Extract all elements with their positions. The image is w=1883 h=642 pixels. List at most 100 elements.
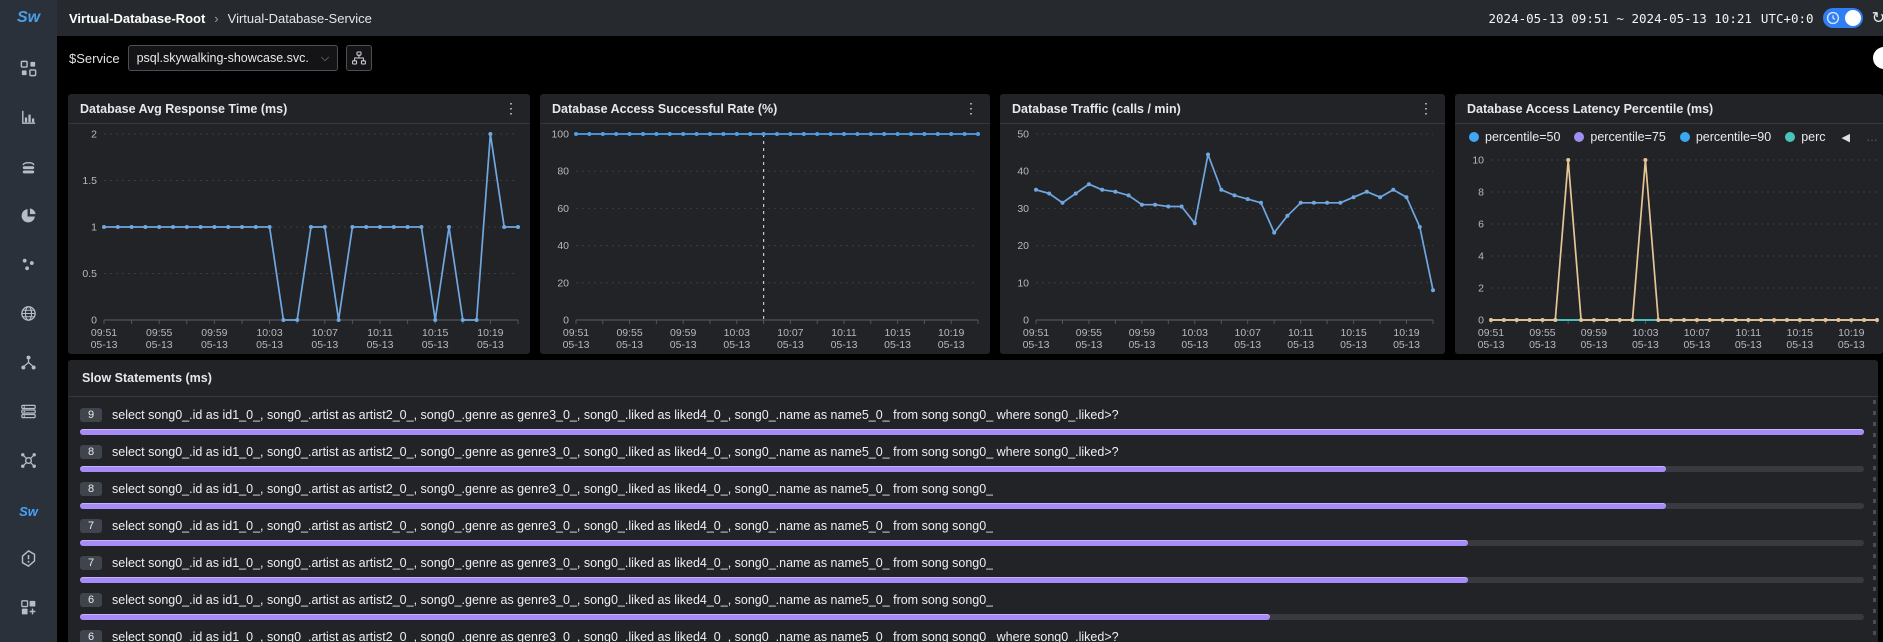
sidebar-item-database[interactable] [0, 144, 57, 193]
slow-statement-row[interactable]: 7select song0_.id as id1_0_, song0_.arti… [80, 553, 1864, 583]
statement-duration-badge: 8 [80, 445, 102, 459]
legend-page-dots: … [1866, 130, 1878, 144]
legend-item[interactable]: perc [1785, 130, 1825, 144]
traffic-chart[interactable]: 0102030405009:5105-1309:5505-1309:5905-1… [1000, 124, 1445, 354]
timezone-toggle[interactable] [1823, 8, 1863, 28]
sidebar-item-alarm[interactable] [0, 536, 57, 585]
sidebar-item-topology[interactable] [0, 340, 57, 389]
slow-statement-row[interactable]: 9 select song0_.id as id1_0_, song0_.arti… [80, 405, 1864, 435]
svg-text:10:11: 10:11 [1288, 327, 1314, 339]
legend-dot-icon [1469, 132, 1479, 142]
legend-item[interactable]: percentile=75 [1574, 130, 1665, 144]
svg-text:05-13: 05-13 [1786, 339, 1813, 351]
chart-canvas: 0102030405009:5105-1309:5505-1309:5905-1… [1000, 124, 1445, 354]
bar-chart-icon [19, 108, 38, 132]
floating-button[interactable] [1873, 47, 1883, 69]
svg-text:10:19: 10:19 [938, 327, 964, 339]
sidebar-item-network[interactable] [0, 438, 57, 487]
legend-item[interactable]: percentile=50 [1469, 130, 1560, 144]
sidebar: Sw Sw [0, 0, 57, 642]
service-label: $Service [69, 51, 120, 66]
svg-text:0.5: 0.5 [82, 268, 97, 280]
slow-statement-row[interactable]: 6 select song0_.id as id1_0_, song0_.arti… [80, 627, 1864, 642]
more-menu-icon[interactable]: ⋮ [962, 100, 980, 117]
sidebar-item-pie[interactable] [0, 193, 57, 242]
svg-text:05-13: 05-13 [1234, 339, 1261, 351]
avg-response-time-chart[interactable]: 00.511.5209:5105-1309:5505-1309:5905-131… [68, 124, 530, 354]
svg-text:10:15: 10:15 [422, 327, 448, 339]
breadcrumb-root[interactable]: Virtual-Database-Root [69, 11, 205, 26]
duration-bar [80, 577, 1468, 583]
svg-text:1.5: 1.5 [82, 175, 97, 187]
topbar: Virtual-Database-Root › Virtual-Database… [57, 0, 1883, 36]
sidebar-item-scatter[interactable] [0, 242, 57, 291]
svg-text:100: 100 [551, 129, 569, 141]
svg-text:10:07: 10:07 [1684, 327, 1710, 339]
chart-panel-latency-percentile: Database Access Latency Percentile (ms) … [1455, 94, 1883, 354]
duration-bar-track [80, 466, 1864, 472]
svg-text:10:11: 10:11 [1736, 327, 1762, 339]
service-select[interactable]: psql.skywalking-showcase.svc. ⌵ [128, 45, 339, 71]
chart-title: Database Access Successful Rate (%) [552, 102, 777, 116]
legend-item[interactable]: percentile=90 [1680, 130, 1771, 144]
svg-text:09:59: 09:59 [1129, 327, 1155, 339]
sidebar-item-globe[interactable] [0, 291, 57, 340]
svg-text:50: 50 [1017, 129, 1029, 141]
alarm-shield-icon [19, 549, 38, 573]
skywalking-logo[interactable]: Sw [0, 0, 57, 36]
sidebar-item-log[interactable] [0, 389, 57, 438]
slow-statement-row[interactable]: 7select song0_.id as id1_0_, song0_.arti… [80, 516, 1864, 546]
duration-bar-track [80, 503, 1864, 509]
sidebar-item-widgets[interactable] [0, 585, 57, 634]
chart-panel-success-rate: Database Access Successful Rate (%) ⋮ 02… [540, 94, 990, 354]
slow-statement-row[interactable]: 8select song0_.id as id1_0_, song0_.arti… [80, 479, 1864, 509]
svg-text:05-13: 05-13 [1287, 339, 1314, 351]
svg-text:05-13: 05-13 [1128, 339, 1155, 351]
statement-sql-text: select song0_.id as id1_0_, song0_.artis… [112, 408, 1119, 422]
pie-chart-icon [19, 206, 38, 230]
success-rate-chart[interactable]: 02040608010009:5105-1309:5505-1309:5905-… [540, 124, 990, 354]
svg-text:10:19: 10:19 [1838, 327, 1864, 339]
chart-canvas: 02040608010009:5105-1309:5505-1309:5905-… [540, 124, 990, 354]
topology-button[interactable] [346, 45, 372, 71]
legend-scroll-left-icon[interactable]: ◀ [1842, 131, 1850, 144]
svg-text:2: 2 [91, 129, 97, 141]
svg-text:05-13: 05-13 [1181, 339, 1208, 351]
breadcrumb-current[interactable]: Virtual-Database-Service [228, 11, 372, 26]
database-icon [19, 157, 38, 181]
app-root: Sw Sw Virtual-Database-Root › Virtual-Da… [0, 0, 1883, 642]
more-menu-icon[interactable]: ⋮ [502, 100, 520, 117]
statement-sql-text: select song0_.id as id1_0_, song0_.artis… [112, 630, 1119, 642]
svg-text:2: 2 [1478, 283, 1484, 295]
svg-text:09:55: 09:55 [146, 327, 172, 339]
slow-statement-row[interactable]: 6select song0_.id as id1_0_, song0_.arti… [80, 590, 1864, 620]
chart-panel-traffic: Database Traffic (calls / min) ⋮ 0102030… [1000, 94, 1445, 354]
chart-title: Database Avg Response Time (ms) [80, 102, 287, 116]
duration-bar [80, 466, 1666, 472]
svg-text:05-13: 05-13 [616, 339, 643, 351]
svg-text:05-13: 05-13 [1632, 339, 1659, 351]
time-range-label[interactable]: 2024-05-13 09:51 ~ 2024-05-13 10:21 [1489, 11, 1752, 26]
chart-canvas: 00.511.5209:5105-1309:5505-1309:5905-131… [68, 124, 530, 354]
more-menu-icon[interactable]: ⋮ [1417, 100, 1435, 117]
svg-text:05-13: 05-13 [477, 339, 504, 351]
sidebar-item-metrics[interactable] [0, 95, 57, 144]
sidebar-item-dashboard[interactable] [0, 46, 57, 95]
svg-text:05-13: 05-13 [1340, 339, 1367, 351]
statement-duration-badge: 9 [80, 408, 102, 422]
service-toolbar: $Service psql.skywalking-showcase.svc. ⌵ [57, 36, 1883, 80]
slow-statement-row[interactable]: 8select song0_.id as id1_0_, song0_.arti… [80, 442, 1864, 472]
skywalking-icon: Sw [19, 504, 38, 519]
svg-text:05-13: 05-13 [831, 339, 858, 351]
sidebar-item-skywalking[interactable]: Sw [0, 487, 57, 536]
latency-percentile-chart[interactable]: percentile=50 percentile=75 percentile=90 p… [1455, 124, 1883, 354]
statement-sql-text: select song0_.id as id1_0_, song0_.artis… [112, 593, 993, 607]
svg-text:05-13: 05-13 [563, 339, 590, 351]
statement-duration-badge: 6 [80, 630, 102, 642]
duration-bar [80, 503, 1666, 509]
refresh-icon[interactable]: ↻ [1872, 8, 1883, 28]
grid-plus-icon [19, 598, 38, 622]
svg-text:09:51: 09:51 [1478, 327, 1504, 339]
svg-text:10:03: 10:03 [1632, 327, 1658, 339]
scrollbar[interactable] [1873, 400, 1876, 642]
